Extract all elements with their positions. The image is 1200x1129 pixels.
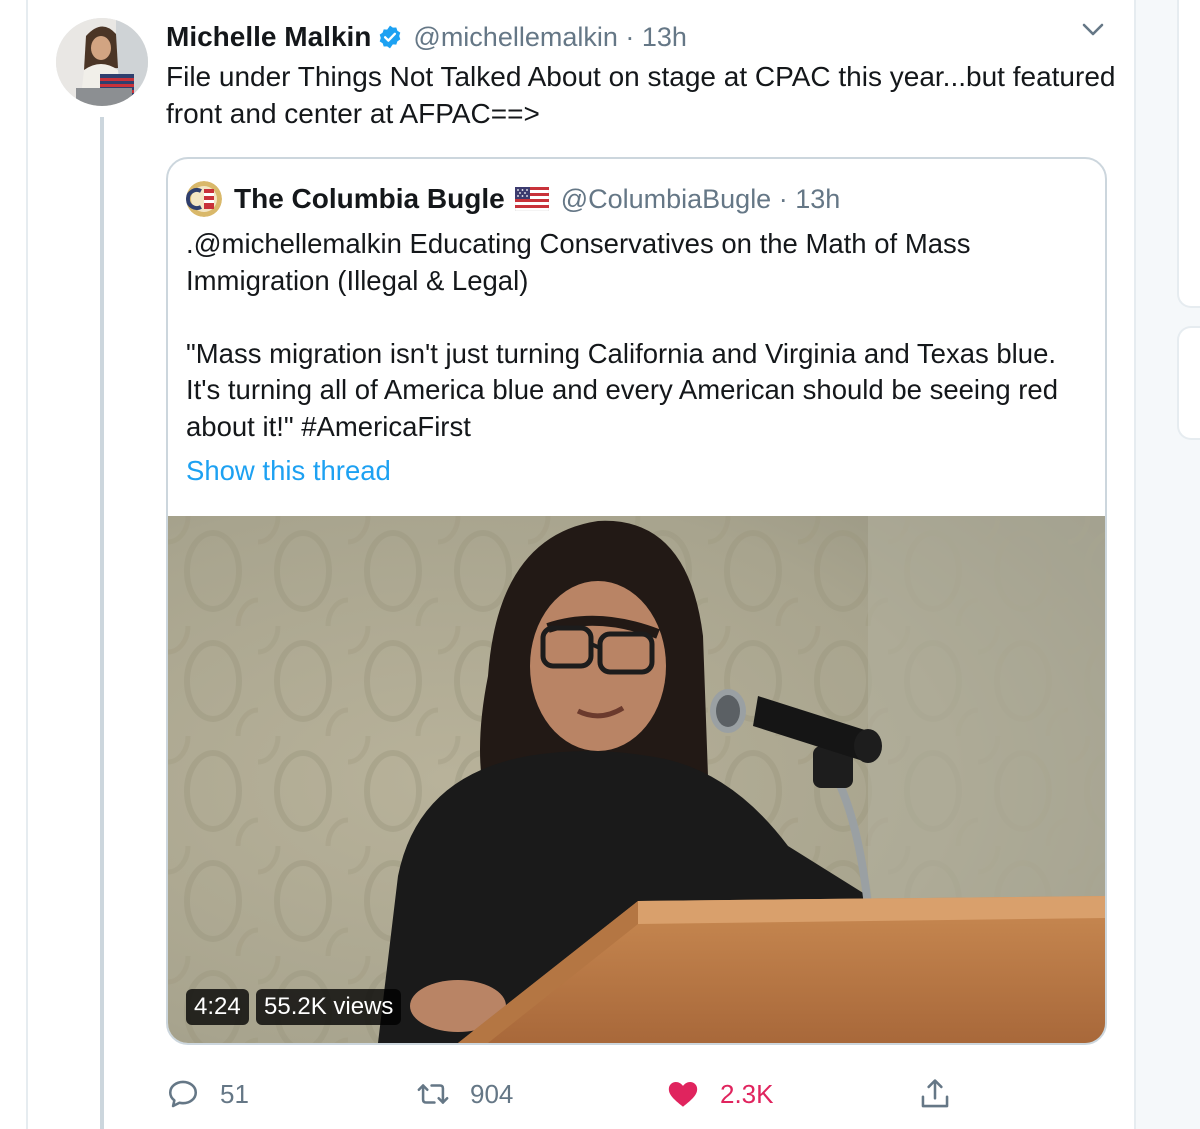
tweet-page: Michelle Malkin @michellemalkin · 13h Fi… [0,0,1200,1129]
timeline-left-border [26,0,28,1129]
quoted-author-avatar [186,181,222,217]
show-thread-link[interactable]: Show this thread [186,455,391,487]
quoted-tweet-header: The Columbia Bugle @ColumbiaBugle · 13h [186,179,840,219]
profile-photo [56,18,148,106]
tweet-text: File under Things Not Talked About on st… [166,61,1124,129]
like-button[interactable]: 2.3K [666,1066,774,1122]
thread-connector-line [100,117,104,1129]
reply-count: 51 [220,1078,249,1109]
columbia-bugle-logo-icon [186,181,222,217]
author-handle-and-time[interactable]: @michellemalkin · 13h [413,22,687,53]
verified-badge-icon [380,25,401,49]
tweet-header: Michelle Malkin @michellemalkin · 13h [166,18,687,56]
video-player[interactable]: 4:24 55.2K views [168,516,1105,1043]
author-name[interactable]: Michelle Malkin [166,21,371,53]
quoted-author-name: The Columbia Bugle [234,183,505,214]
retweet-button[interactable]: 904 [416,1066,513,1122]
sidebar-card-top [1177,0,1200,308]
share-button[interactable] [918,1066,972,1122]
video-views-badge: 55.2K views [256,989,402,1025]
author-avatar[interactable] [56,18,148,106]
heart-icon [668,1081,698,1107]
video-duration-badge: 4:24 [186,989,249,1025]
reply-button[interactable]: 51 [166,1066,249,1122]
quoted-tweet-text: .@michellemalkin Educating Conservatives… [186,228,1058,442]
tweet-actions: 51 904 2.3K [166,1066,1116,1122]
chevron-down-icon[interactable] [1080,20,1106,40]
share-icon [921,1079,949,1108]
video-thumbnail [168,516,1105,1043]
us-flag-icon [514,187,549,211]
sidebar-card-middle [1177,326,1200,440]
reply-icon [168,1080,198,1108]
quoted-handle-and-time: @ColumbiaBugle · 13h [560,183,841,214]
retweet-count: 904 [470,1078,514,1109]
retweet-icon [417,1084,449,1104]
quoted-tweet-card[interactable]: The Columbia Bugle @ColumbiaBugle · 13h … [166,157,1107,1045]
like-count: 2.3K [720,1078,774,1109]
